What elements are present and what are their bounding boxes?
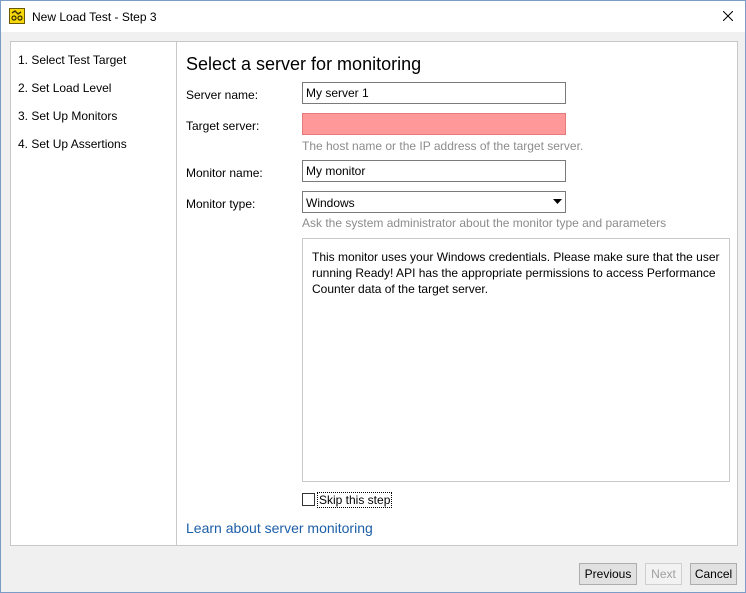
target-server-hint: The host name or the IP address of the t… xyxy=(302,139,584,153)
monitor-info-box: This monitor uses your Windows credentia… xyxy=(302,238,730,482)
window-title: New Load Test - Step 3 xyxy=(32,10,157,24)
target-server-label: Target server: xyxy=(186,119,260,133)
cancel-button[interactable]: Cancel xyxy=(690,563,737,585)
close-button[interactable] xyxy=(711,1,745,31)
page-title: Select a server for monitoring xyxy=(186,54,422,74)
previous-button[interactable]: Previous xyxy=(579,563,637,585)
chevron-down-icon xyxy=(553,199,562,204)
monitor-type-value: Windows xyxy=(306,196,355,210)
step-set-load-level[interactable]: 2. Set Load Level xyxy=(18,81,111,95)
learn-server-monitoring-link[interactable]: Learn about server monitoring xyxy=(186,520,373,536)
next-button[interactable]: Next xyxy=(645,563,682,585)
main-panel: Select a server for monitoring Server na… xyxy=(176,41,738,546)
monitor-type-hint: Ask the system administrator about the m… xyxy=(302,216,667,230)
skip-step-checkbox[interactable] xyxy=(302,493,315,506)
monitor-info-text: This monitor uses your Windows credentia… xyxy=(312,250,720,296)
monitor-type-label: Monitor type: xyxy=(186,197,256,211)
monitor-name-label: Monitor name: xyxy=(186,166,263,180)
step-set-up-assertions[interactable]: 4. Set Up Assertions xyxy=(18,137,127,151)
app-logo-icon xyxy=(9,8,25,24)
monitor-name-input[interactable] xyxy=(302,160,566,182)
steps-panel: 1. Select Test Target 2. Set Load Level … xyxy=(10,41,177,546)
wizard-window: New Load Test - Step 3 1. Select Test Ta… xyxy=(0,0,746,593)
step-select-test-target[interactable]: 1. Select Test Target xyxy=(18,53,126,67)
server-name-input[interactable] xyxy=(302,82,566,104)
step-set-up-monitors[interactable]: 3. Set Up Monitors xyxy=(18,109,117,123)
close-icon xyxy=(723,11,733,21)
server-name-label: Server name: xyxy=(186,88,259,102)
monitor-type-select[interactable]: Windows xyxy=(302,191,566,213)
skip-step-label[interactable]: Skip this step xyxy=(317,492,393,508)
target-server-input[interactable] xyxy=(302,113,566,135)
title-bar: New Load Test - Step 3 xyxy=(1,1,745,32)
